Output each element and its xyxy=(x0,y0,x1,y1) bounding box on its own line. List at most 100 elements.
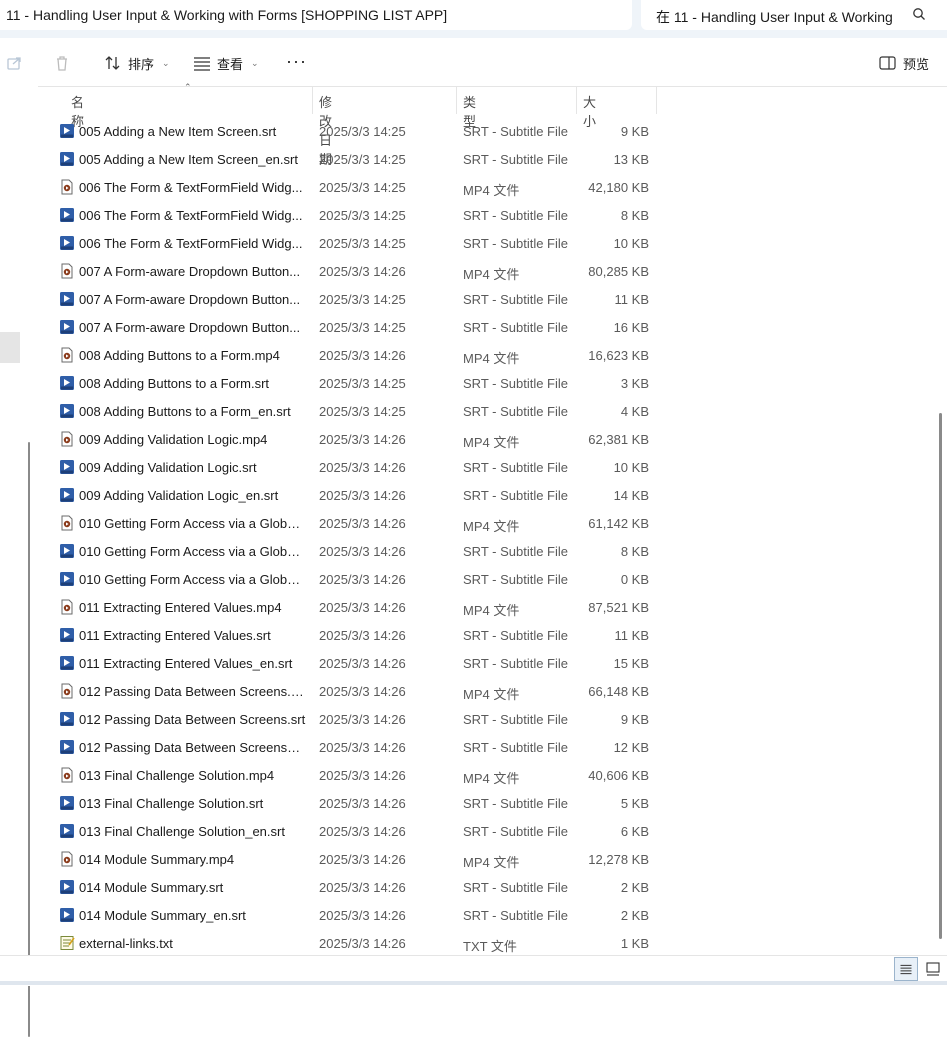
file-row[interactable]: 009 Adding Validation Logic.srt 2025/3/3… xyxy=(38,453,938,481)
file-row[interactable]: 005 Adding a New Item Screen_en.srt 2025… xyxy=(38,145,938,173)
file-name: 008 Adding Buttons to a Form.srt xyxy=(79,376,270,391)
file-row[interactable]: 007 A Form-aware Dropdown Button... 2025… xyxy=(38,285,938,313)
file-size: 8 KB xyxy=(620,544,649,559)
file-row[interactable]: 008 Adding Buttons to a Form_en.srt 2025… xyxy=(38,397,938,425)
delete-icon[interactable] xyxy=(53,54,71,72)
file-name: 011 Extracting Entered Values_en.srt xyxy=(79,656,293,671)
column-divider[interactable] xyxy=(456,86,457,114)
file-row[interactable]: 007 A Form-aware Dropdown Button... 2025… xyxy=(38,257,938,285)
file-row[interactable]: 012 Passing Data Between Screens_e... 20… xyxy=(38,733,938,761)
nav-scrollbar[interactable] xyxy=(28,442,30,1037)
file-type: MP4 文件 xyxy=(463,771,520,786)
address-bar[interactable]: 11 - Handling User Input & Working with … xyxy=(0,0,632,30)
file-date: 2025/3/3 14:26 xyxy=(319,460,406,475)
file-row[interactable]: 011 Extracting Entered Values_en.srt 202… xyxy=(38,649,938,677)
column-divider[interactable] xyxy=(312,86,313,114)
subtitle-file-icon xyxy=(59,375,75,391)
file-name: 009 Adding Validation Logic.srt xyxy=(79,460,257,475)
file-type: MP4 文件 xyxy=(463,603,520,618)
file-row[interactable]: 011 Extracting Entered Values.mp4 2025/3… xyxy=(38,593,938,621)
file-row[interactable]: 014 Module Summary.mp4 2025/3/3 14:26 MP… xyxy=(38,845,938,873)
file-name: 007 A Form-aware Dropdown Button... xyxy=(79,292,301,307)
preview-label: 预览 xyxy=(903,56,930,72)
file-date: 2025/3/3 14:26 xyxy=(319,684,406,699)
file-size: 16,623 KB xyxy=(588,348,649,363)
text-file-icon xyxy=(59,935,75,951)
file-size: 5 KB xyxy=(620,796,649,811)
sort-ascending-icon: ⌃ xyxy=(184,82,192,92)
file-size: 12,278 KB xyxy=(588,852,649,867)
title-area: 11 - Handling User Input & Working with … xyxy=(0,0,947,38)
window-bottom-edge xyxy=(0,981,947,985)
file-row[interactable]: 009 Adding Validation Logic_en.srt 2025/… xyxy=(38,481,938,509)
file-type: MP4 文件 xyxy=(463,687,520,702)
sort-button[interactable]: 排序 ⌄ xyxy=(104,52,170,74)
search-icon[interactable] xyxy=(912,7,926,21)
file-type: SRT - Subtitle File xyxy=(463,236,569,251)
file-row[interactable]: 006 The Form & TextFormField Widg... 202… xyxy=(38,229,938,257)
file-size: 2 KB xyxy=(620,908,649,923)
file-row[interactable]: 010 Getting Form Access via a Global... … xyxy=(38,537,938,565)
column-divider[interactable] xyxy=(656,86,657,114)
preview-pane-icon xyxy=(879,56,896,70)
view-label: 查看 xyxy=(217,56,244,72)
file-type: MP4 文件 xyxy=(463,351,520,366)
vertical-scrollbar[interactable] xyxy=(939,413,942,939)
file-row[interactable]: 012 Passing Data Between Screens.srt 202… xyxy=(38,705,938,733)
file-row[interactable]: 014 Module Summary.srt 2025/3/3 14:26 SR… xyxy=(38,873,938,901)
video-file-icon xyxy=(59,263,75,279)
file-type: SRT - Subtitle File xyxy=(463,824,569,839)
file-date: 2025/3/3 14:25 xyxy=(319,180,406,195)
file-size: 3 KB xyxy=(620,376,649,391)
file-row[interactable]: 008 Adding Buttons to a Form.mp4 2025/3/… xyxy=(38,341,938,369)
search-input[interactable]: 在 11 - Handling User Input & Working wit… xyxy=(656,7,896,27)
file-type: SRT - Subtitle File xyxy=(463,376,569,391)
file-row[interactable]: external-links.txt 2025/3/3 14:26 TXT 文件… xyxy=(38,929,938,957)
column-divider[interactable] xyxy=(576,86,577,114)
file-row[interactable]: 013 Final Challenge Solution.mp4 2025/3/… xyxy=(38,761,938,789)
large-icons-view-icon[interactable] xyxy=(922,957,946,981)
preview-button[interactable]: 预览 xyxy=(879,52,929,74)
file-type: SRT - Subtitle File xyxy=(463,796,569,811)
file-name: 007 A Form-aware Dropdown Button... xyxy=(79,320,301,335)
file-type: SRT - Subtitle File xyxy=(463,292,569,307)
file-date: 2025/3/3 14:25 xyxy=(319,404,406,419)
file-row[interactable]: 006 The Form & TextFormField Widg... 202… xyxy=(38,173,938,201)
file-row[interactable]: 008 Adding Buttons to a Form.srt 2025/3/… xyxy=(38,369,938,397)
file-name: 011 Extracting Entered Values.srt xyxy=(79,628,271,643)
file-row[interactable]: 010 Getting Form Access via a Global... … xyxy=(38,565,938,593)
file-row[interactable]: 011 Extracting Entered Values.srt 2025/3… xyxy=(38,621,938,649)
file-type: SRT - Subtitle File xyxy=(463,124,569,139)
file-name: 005 Adding a New Item Screen_en.srt xyxy=(79,152,298,167)
nav-selected-item[interactable] xyxy=(0,332,20,363)
file-name: 010 Getting Form Access via a Global... xyxy=(79,572,307,587)
file-row[interactable]: 006 The Form & TextFormField Widg... 202… xyxy=(38,201,938,229)
file-name: 008 Adding Buttons to a Form_en.srt xyxy=(79,404,291,419)
file-row[interactable]: 013 Final Challenge Solution.srt 2025/3/… xyxy=(38,789,938,817)
file-row[interactable]: 005 Adding a New Item Screen.srt 2025/3/… xyxy=(38,117,938,145)
more-options-button[interactable]: ··· xyxy=(286,52,307,70)
file-type: SRT - Subtitle File xyxy=(463,908,569,923)
file-type: SRT - Subtitle File xyxy=(463,488,569,503)
details-view-icon[interactable] xyxy=(894,957,918,981)
file-row[interactable]: 014 Module Summary_en.srt 2025/3/3 14:26… xyxy=(38,901,938,929)
view-button[interactable]: 查看 ⌄ xyxy=(193,52,259,74)
subtitle-file-icon xyxy=(59,319,75,335)
file-type: MP4 文件 xyxy=(463,435,520,450)
view-list-icon xyxy=(194,57,210,71)
file-row[interactable]: 013 Final Challenge Solution_en.srt 2025… xyxy=(38,817,938,845)
file-row[interactable]: 012 Passing Data Between Screens.m... 20… xyxy=(38,677,938,705)
file-name: 014 Module Summary.mp4 xyxy=(79,852,235,867)
file-size: 42,180 KB xyxy=(588,180,649,195)
file-date: 2025/3/3 14:26 xyxy=(319,880,406,895)
file-date: 2025/3/3 14:25 xyxy=(319,320,406,335)
file-name: 012 Passing Data Between Screens.m... xyxy=(79,684,307,699)
subtitle-file-icon xyxy=(59,543,75,559)
share-icon[interactable] xyxy=(6,54,24,72)
search-box[interactable]: 在 11 - Handling User Input & Working wit… xyxy=(641,0,947,30)
file-row[interactable]: 007 A Form-aware Dropdown Button... 2025… xyxy=(38,313,938,341)
file-row[interactable]: 009 Adding Validation Logic.mp4 2025/3/3… xyxy=(38,425,938,453)
file-row[interactable]: 010 Getting Form Access via a Global... … xyxy=(38,509,938,537)
file-size: 9 KB xyxy=(620,124,649,139)
file-type: SRT - Subtitle File xyxy=(463,544,569,559)
